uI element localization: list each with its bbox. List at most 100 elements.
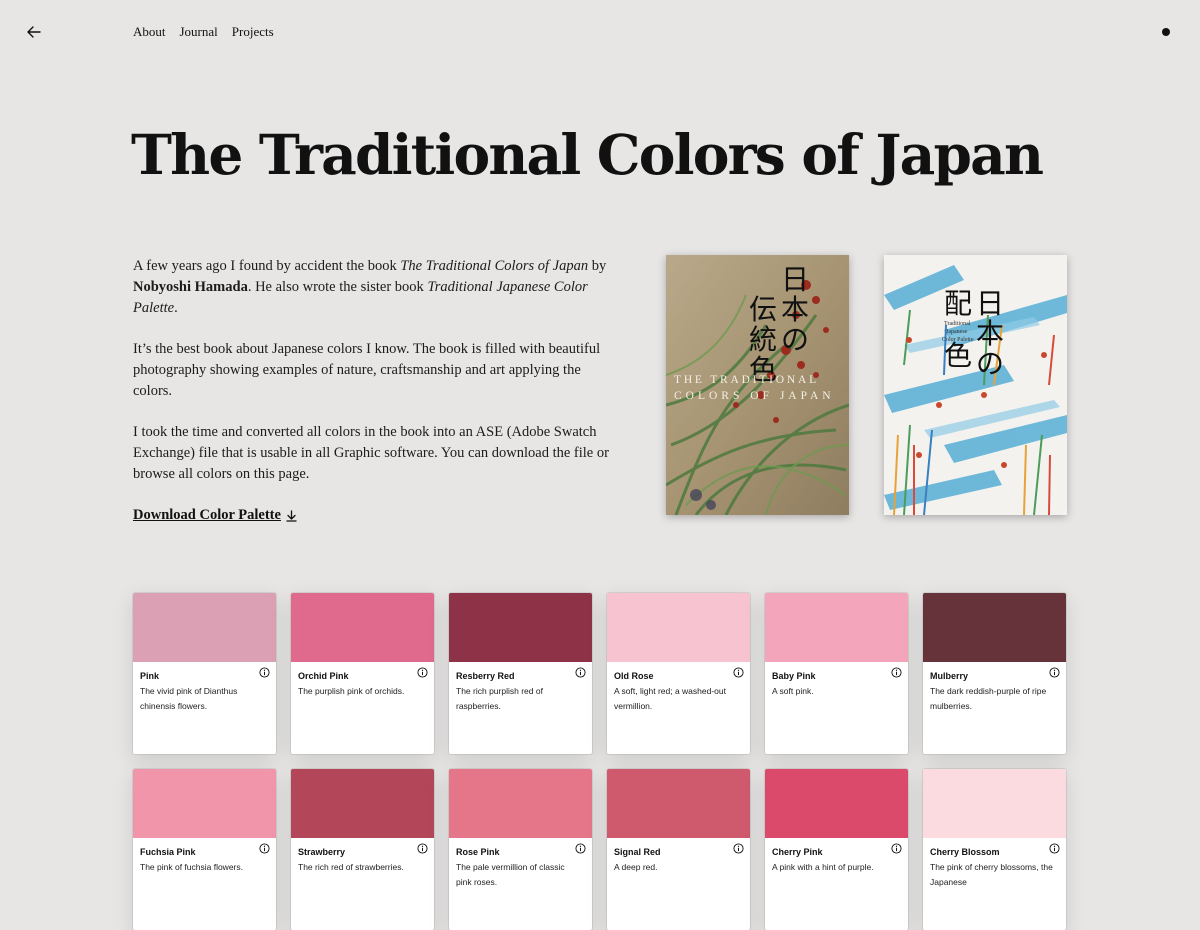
color-name: Old Rose bbox=[614, 671, 654, 681]
intro-paragraph-1: A few years ago I found by accident the … bbox=[133, 256, 613, 319]
book-cover-color-palette[interactable]: 日本の 配色 Traditional Japanese Color Palett… bbox=[884, 255, 1067, 515]
info-icon[interactable] bbox=[1049, 843, 1060, 854]
color-description: The pale vermillion of classic pink rose… bbox=[456, 862, 565, 887]
color-description: The purplish pink of orchids. bbox=[298, 686, 405, 696]
color-name: Mulberry bbox=[930, 671, 969, 681]
download-palette-link[interactable]: Download Color Palette bbox=[133, 507, 297, 524]
info-icon[interactable] bbox=[891, 843, 902, 854]
color-card[interactable]: Signal Red A deep red. bbox=[607, 769, 750, 930]
color-swatch bbox=[765, 593, 908, 662]
color-description: A soft, light red; a washed-out vermilli… bbox=[614, 686, 726, 711]
color-card[interactable]: Rose Pink The pale vermillion of classic … bbox=[449, 769, 592, 930]
info-icon[interactable] bbox=[575, 843, 586, 854]
color-card[interactable]: Strawberry The rich red of strawberries. bbox=[291, 769, 434, 930]
color-description: The rich purplish red of raspberries. bbox=[456, 686, 543, 711]
info-icon[interactable] bbox=[575, 667, 586, 678]
color-description: A deep red. bbox=[614, 862, 658, 872]
color-description: The pink of cherry blossoms, the Japanes… bbox=[930, 862, 1053, 887]
nav-link-about[interactable]: About bbox=[133, 24, 166, 40]
book-cover-illustration: 日本の 配色 Traditional Japanese Color Palett… bbox=[884, 255, 1067, 515]
info-icon[interactable] bbox=[1049, 667, 1060, 678]
color-card[interactable]: Fuchsia Pink The pink of fuchsia flowers. bbox=[133, 769, 276, 930]
color-swatch bbox=[923, 593, 1066, 662]
color-swatch bbox=[133, 769, 276, 838]
color-card[interactable]: Pink The vivid pink of Dianthus chinensis… bbox=[133, 593, 276, 754]
color-swatch bbox=[291, 593, 434, 662]
book-cover-illustration: 日本の 伝統色 THE TRADITIONAL COLORS OF JAPAN bbox=[666, 255, 849, 515]
color-swatch bbox=[765, 769, 908, 838]
color-card[interactable]: Baby Pink A soft pink. bbox=[765, 593, 908, 754]
page-title: The Traditional Colors of Japan bbox=[131, 122, 1044, 187]
intro-text-segment: . He also wrote the sister book bbox=[247, 279, 428, 295]
back-button[interactable] bbox=[24, 22, 44, 42]
arrow-left-icon bbox=[27, 26, 41, 38]
color-card-body: Cherry Blossom The pink of cherry blossom… bbox=[923, 838, 1066, 890]
color-name: Cherry Pink bbox=[772, 847, 823, 857]
color-card-body: Mulberry The dark reddish-purple of ripe … bbox=[923, 662, 1066, 714]
color-name: Baby Pink bbox=[772, 671, 816, 681]
color-description: The vivid pink of Dianthus chinensis flo… bbox=[140, 686, 238, 711]
color-swatch bbox=[607, 593, 750, 662]
info-icon[interactable] bbox=[259, 843, 270, 854]
color-name: Signal Red bbox=[614, 847, 661, 857]
color-name: Resberry Red bbox=[456, 671, 515, 681]
color-card-body: Fuchsia Pink The pink of fuchsia flowers. bbox=[133, 838, 276, 875]
intro-text: A few years ago I found by accident the … bbox=[133, 256, 613, 505]
color-name: Rose Pink bbox=[456, 847, 500, 857]
color-card[interactable]: Cherry Blossom The pink of cherry blossom… bbox=[923, 769, 1066, 930]
book-2-subtitle-2: Japanese bbox=[946, 329, 968, 335]
color-card[interactable]: Resberry Red The rich purplish red of ras… bbox=[449, 593, 592, 754]
color-swatch bbox=[133, 593, 276, 662]
info-icon[interactable] bbox=[891, 667, 902, 678]
color-swatch bbox=[449, 769, 592, 838]
info-icon[interactable] bbox=[417, 667, 428, 678]
color-swatch bbox=[923, 769, 1066, 838]
nav-link-projects[interactable]: Projects bbox=[232, 24, 274, 40]
info-icon[interactable] bbox=[259, 667, 270, 678]
top-navigation: About Journal Projects bbox=[0, 0, 1200, 66]
color-swatch bbox=[291, 769, 434, 838]
intro-paragraph-2: It’s the best book about Japanese colors… bbox=[133, 341, 601, 399]
color-card-body: Resberry Red The rich purplish red of ras… bbox=[449, 662, 592, 714]
intro-paragraph-3: I took the time and converted all colors… bbox=[133, 424, 609, 482]
color-name: Orchid Pink bbox=[298, 671, 349, 681]
download-arrow-icon bbox=[286, 509, 297, 522]
info-icon[interactable] bbox=[733, 667, 744, 678]
color-card-body: Old Rose A soft, light red; a washed-out … bbox=[607, 662, 750, 714]
color-card[interactable]: Cherry Pink A pink with a hint of purple. bbox=[765, 769, 908, 930]
book-1-title-col-2: 伝統色 bbox=[749, 293, 777, 386]
color-name: Strawberry bbox=[298, 847, 346, 857]
info-icon[interactable] bbox=[733, 843, 744, 854]
download-label: Download Color Palette bbox=[133, 507, 281, 523]
color-card-body: Baby Pink A soft pink. bbox=[765, 662, 908, 699]
nav-links: About Journal Projects bbox=[133, 24, 274, 40]
color-card[interactable]: Old Rose A soft, light red; a washed-out … bbox=[607, 593, 750, 754]
color-card-grid: Pink The vivid pink of Dianthus chinensis… bbox=[133, 593, 1066, 930]
color-card-body: Signal Red A deep red. bbox=[607, 838, 750, 875]
color-card-body: Cherry Pink A pink with a hint of purple. bbox=[765, 838, 908, 875]
color-card-body: Strawberry The rich red of strawberries. bbox=[291, 838, 434, 875]
book-1-subtitle-2: COLORS OF JAPAN bbox=[674, 390, 835, 402]
color-card-body: Rose Pink The pale vermillion of classic … bbox=[449, 838, 592, 890]
color-card-body: Orchid Pink The purplish pink of orchids. bbox=[291, 662, 434, 699]
intro-text-segment: . bbox=[174, 300, 178, 316]
book-cover-traditional-colors[interactable]: 日本の 伝統色 THE TRADITIONAL COLORS OF JAPAN bbox=[666, 255, 849, 515]
menu-dot-button[interactable] bbox=[1162, 28, 1170, 36]
color-card-body: Pink The vivid pink of Dianthus chinensis… bbox=[133, 662, 276, 714]
color-card[interactable]: Mulberry The dark reddish-purple of ripe … bbox=[923, 593, 1066, 754]
color-name: Fuchsia Pink bbox=[140, 847, 196, 857]
color-description: A pink with a hint of purple. bbox=[772, 862, 874, 872]
book-2-subtitle: Traditional bbox=[944, 321, 971, 327]
nav-link-journal[interactable]: Journal bbox=[180, 24, 218, 40]
color-card[interactable]: Orchid Pink The purplish pink of orchids. bbox=[291, 593, 434, 754]
book-2-title-col-1: 日本の bbox=[976, 287, 1004, 380]
color-swatch bbox=[607, 769, 750, 838]
color-name: Cherry Blossom bbox=[930, 847, 1000, 857]
intro-text-segment: A few years ago I found by accident the … bbox=[133, 258, 401, 274]
color-swatch bbox=[449, 593, 592, 662]
book-1-subtitle: THE TRADITIONAL bbox=[674, 374, 819, 386]
color-description: The rich red of strawberries. bbox=[298, 862, 404, 872]
info-icon[interactable] bbox=[417, 843, 428, 854]
book-2-subtitle-3: Color Palette bbox=[942, 337, 974, 343]
color-description: A soft pink. bbox=[772, 686, 814, 696]
